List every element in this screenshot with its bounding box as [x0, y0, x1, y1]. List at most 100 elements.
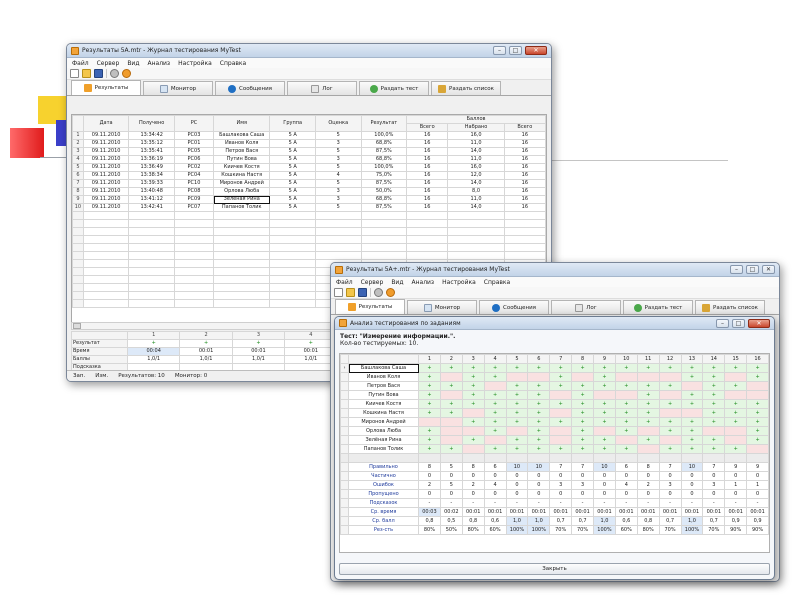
minimize-button[interactable]: – — [716, 318, 729, 328]
table-row[interactable]: 10 09.11.2010 13:42:41 PC07 Папанов Толик 5 А… — [72, 203, 547, 212]
close-button[interactable]: Закрыть — [339, 563, 770, 575]
menu-item-2[interactable]: Сервер — [97, 60, 120, 67]
task-number-header[interactable]: 7 — [549, 354, 573, 364]
results-window-2-titlebar[interactable]: Результаты 5А+.mtr - Журнал тестирования… — [331, 263, 779, 277]
task-number-header[interactable]: 6 — [527, 354, 551, 364]
tab-monitor[interactable]: Монитор — [143, 81, 213, 95]
menu-item-4[interactable]: Анализ — [147, 60, 170, 67]
table-row[interactable]: 1 09.11.2010 13:34:42 PC03 Башлакова Саша 5 А… — [72, 131, 547, 140]
save-icon[interactable] — [94, 69, 103, 78]
table-row[interactable]: 7 09.11.2010 13:39:33 PC10 Миронов Андрей 5 А… — [72, 179, 547, 188]
dialog-titlebar[interactable]: Анализ тестирования по заданиям – □ ✕ — [335, 317, 774, 330]
task-number-header[interactable]: 8 — [571, 354, 594, 364]
menu-item-2[interactable]: Сервер — [361, 279, 384, 286]
table-row[interactable]: 4 09.11.2010 13:36:19 PC06 Путин Вова 5 А 3 68,… — [72, 155, 547, 164]
student-row[interactable]: Миронов Андрей + + + + + + + + + + + + + + — [340, 417, 769, 427]
save-icon[interactable] — [358, 288, 367, 297]
table-row[interactable]: 6 09.11.2010 13:38:34 PC04 Кошкина Настя 5 А4… — [72, 171, 547, 180]
task-number-header[interactable]: 1 — [418, 354, 441, 364]
minimize-button[interactable]: – — [730, 265, 743, 274]
column-header[interactable]: Результат — [360, 115, 408, 132]
menu-item-1[interactable]: Файл — [72, 60, 89, 67]
task-number-header[interactable]: 11 — [636, 354, 660, 364]
task-number-header[interactable]: 10 — [614, 354, 638, 364]
task-number-header[interactable]: 2 — [439, 354, 463, 364]
close-window-button[interactable]: ✕ — [762, 265, 775, 274]
column-header[interactable]: Оценка — [314, 115, 362, 132]
settings-icon[interactable] — [374, 288, 383, 297]
menu-item-4[interactable]: Анализ — [411, 279, 434, 286]
menu-item-5[interactable]: Настройка — [442, 279, 476, 286]
task-number-header[interactable]: 9 — [593, 354, 616, 364]
menu-item-6[interactable]: Справка — [220, 60, 246, 67]
column-header[interactable]: Получено — [128, 115, 175, 132]
column-header[interactable]: Баллов — [406, 115, 546, 124]
task-number-header[interactable]: 3 — [461, 354, 485, 364]
column-subheader[interactable]: Всего — [503, 123, 547, 132]
new-document-icon[interactable] — [334, 288, 343, 297]
minimize-button[interactable]: – — [493, 46, 506, 55]
task-number-header[interactable]: 4 — [483, 354, 507, 364]
student-row[interactable]: Путин Вова + + + + + + + + + — [340, 390, 769, 400]
table-row[interactable]: 5 09.11.2010 13:36:49 PC02 Киичев Костя 5 А51… — [72, 163, 547, 172]
stop-icon[interactable] — [122, 69, 131, 78]
tab-message[interactable]: Сообщения — [479, 300, 549, 314]
tab-log[interactable]: Лог — [287, 81, 357, 95]
table-row[interactable]: 3 09.11.2010 13:35:41 PC05 Петров Вася 5 А 5 87… — [72, 147, 547, 156]
student-row[interactable]: Иванов Коля + + + + + + + + — [340, 372, 769, 382]
tab-give-test[interactable]: Раздать тест — [359, 81, 429, 95]
stat-value: 4 — [614, 480, 638, 490]
stop-icon[interactable] — [386, 288, 395, 297]
column-header[interactable]: Имя — [213, 115, 271, 132]
tab-message[interactable]: Сообщения — [215, 81, 285, 95]
task-number-header[interactable]: 12 — [658, 354, 682, 364]
maximize-button[interactable]: □ — [746, 265, 759, 274]
table-row[interactable]: 9 09.11.2010 13:41:12 PC09 Зелёная Рина 5 А36… — [72, 195, 547, 204]
student-row[interactable]: Петров Вася + + + + + + + + + + + + + — [340, 381, 769, 391]
task-number-header[interactable]: 16 — [746, 354, 769, 364]
table-row[interactable]: 2 09.11.2010 13:35:12 PC01 Иванов Коля 5 А 3 68… — [72, 139, 547, 148]
menu-item-1[interactable]: Файл — [336, 279, 353, 286]
student-row[interactable]: Киичев Костя + + + + + + + + + + + + + + + + — [340, 399, 769, 409]
student-row[interactable]: Зелёная Рина + + + + + + + + + + — [340, 435, 769, 445]
tab-give-list[interactable]: Раздать список — [431, 81, 501, 95]
student-row[interactable]: Папанов Толик + + + + + + + + + + + + + — [340, 444, 769, 454]
column-header[interactable]: Дата — [82, 115, 130, 132]
maximize-button[interactable]: □ — [732, 318, 745, 328]
student-row[interactable]: › Башлакова Саша + + + + + + + + + + + + + + + + — [340, 363, 769, 373]
menu-item-6[interactable]: Справка — [484, 279, 510, 286]
task-number-header[interactable]: 5 — [505, 354, 529, 364]
column-header[interactable]: Группа — [269, 115, 316, 132]
tab-give-test[interactable]: Раздать тест — [623, 300, 693, 314]
scroll-left-arrow[interactable] — [73, 323, 81, 329]
student-name: Петров Вася — [213, 147, 271, 156]
settings-icon[interactable] — [110, 69, 119, 78]
open-folder-icon[interactable] — [82, 69, 91, 78]
task-number-header[interactable]: 14 — [702, 354, 726, 364]
column-header[interactable]: PC — [173, 115, 215, 132]
new-document-icon[interactable] — [70, 69, 79, 78]
menu-item-5[interactable]: Настройка — [178, 60, 212, 67]
tab-monitor[interactable]: Монитор — [407, 300, 477, 314]
student-row[interactable]: Орлова Люба + + + + + + + + — [340, 426, 769, 436]
table-row[interactable]: 8 09.11.2010 13:40:48 PC08 Орлова Люба 5 А 3 50… — [72, 187, 547, 196]
column-header[interactable] — [72, 115, 84, 132]
student-row[interactable]: Кошкина Настя + + + + + + + + + + + + — [340, 408, 769, 418]
task-number-header[interactable]: 15 — [724, 354, 748, 364]
menu-item-3[interactable]: Вид — [391, 279, 403, 286]
column-subheader[interactable]: Набрано — [447, 123, 505, 132]
column-subheader[interactable]: Всего — [406, 123, 449, 132]
tab-give-list[interactable]: Раздать список — [695, 300, 765, 314]
maximize-button[interactable]: □ — [509, 46, 522, 55]
task-number-header[interactable]: 13 — [680, 354, 704, 364]
open-folder-icon[interactable] — [346, 288, 355, 297]
close-window-button[interactable]: ✕ — [525, 46, 547, 55]
cell: 16 — [503, 187, 547, 196]
close-window-button[interactable]: ✕ — [748, 318, 770, 328]
tab-results[interactable]: Результаты — [71, 80, 141, 95]
menu-item-3[interactable]: Вид — [127, 60, 139, 67]
tab-log[interactable]: Лог — [551, 300, 621, 314]
stat-value: 0,7 — [658, 516, 682, 526]
tab-results[interactable]: Результаты — [335, 299, 405, 314]
results-window-titlebar[interactable]: Результаты 5А.mtr - Журнал тестирования … — [67, 44, 551, 58]
